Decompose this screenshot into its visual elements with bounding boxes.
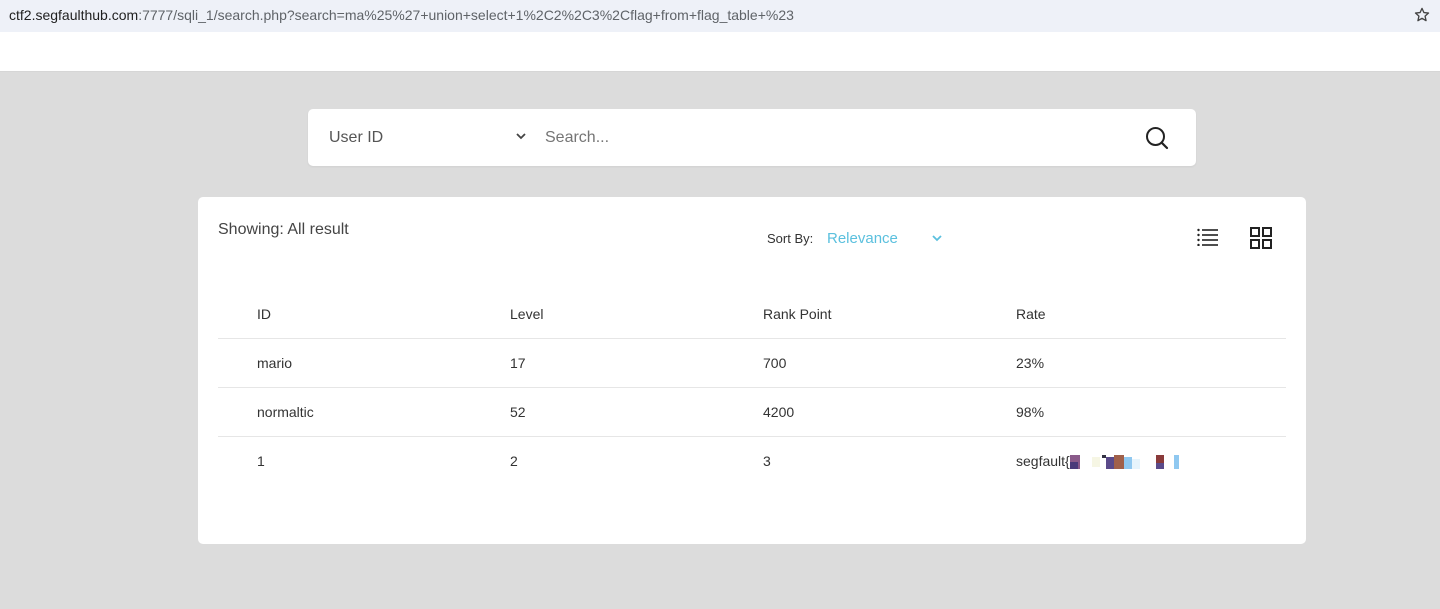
cell-id: normaltic <box>257 404 314 420</box>
star-icon[interactable] <box>1413 6 1431 24</box>
showing-label: Showing: All result <box>218 221 349 238</box>
cell-rate: 23% <box>1016 355 1045 371</box>
grid-view-icon[interactable] <box>1250 227 1272 249</box>
search-field-select[interactable]: User ID <box>329 109 529 166</box>
cell-rank-point: 700 <box>763 355 787 371</box>
cell-rate: 98% <box>1016 404 1045 420</box>
browser-address-bar[interactable]: ctf2.segfaulthub.com:7777/sqli_1/search.… <box>0 0 1440 32</box>
cell-rank-point: 3 <box>763 453 771 469</box>
flag-prefix: segfault{ <box>1016 453 1070 469</box>
list-view-icon[interactable] <box>1197 228 1218 246</box>
sort-select[interactable]: Relevance <box>827 230 898 247</box>
redacted-flag-pixels <box>1069 455 1179 470</box>
results-card: Showing: All result Sort By: Relevance I… <box>198 197 1306 544</box>
search-input[interactable] <box>545 123 1125 153</box>
cell-level: 2 <box>510 453 518 469</box>
table-row: normaltic 52 4200 98% <box>218 388 1286 437</box>
sort-by-label: Sort By: <box>767 231 814 246</box>
cell-rate-flag: segfault{ <box>1016 437 1182 486</box>
column-header-id: ID <box>257 306 271 322</box>
cell-id: mario <box>257 355 293 371</box>
cell-id: 1 <box>257 453 265 469</box>
cell-rank-point: 4200 <box>763 404 795 420</box>
search-field-value: User ID <box>329 128 384 146</box>
table-row: mario 17 700 23% <box>218 339 1286 388</box>
column-header-level: Level <box>510 306 544 322</box>
results-table: ID Level Rank Point Rate mario 17 700 23… <box>218 290 1286 486</box>
page-header-strip <box>0 32 1440 72</box>
column-header-rank-point: Rank Point <box>763 306 832 322</box>
url-path: :7777/sqli_1/search.php?search=ma%25%27+… <box>138 7 794 23</box>
chevron-down-icon <box>516 133 526 140</box>
chevron-down-icon[interactable] <box>931 233 943 243</box>
url-host: ctf2.segfaulthub.com <box>9 7 139 23</box>
url-text[interactable]: ctf2.segfaulthub.com:7777/sqli_1/search.… <box>9 7 794 23</box>
search-icon[interactable] <box>1144 125 1170 151</box>
column-header-rate: Rate <box>1016 306 1046 322</box>
table-header-row: ID Level Rank Point Rate <box>218 290 1286 339</box>
cell-level: 52 <box>510 404 526 420</box>
cell-level: 17 <box>510 355 526 371</box>
table-row: 1 2 3 segfault{ <box>218 437 1286 486</box>
search-bar: User ID <box>308 109 1196 166</box>
